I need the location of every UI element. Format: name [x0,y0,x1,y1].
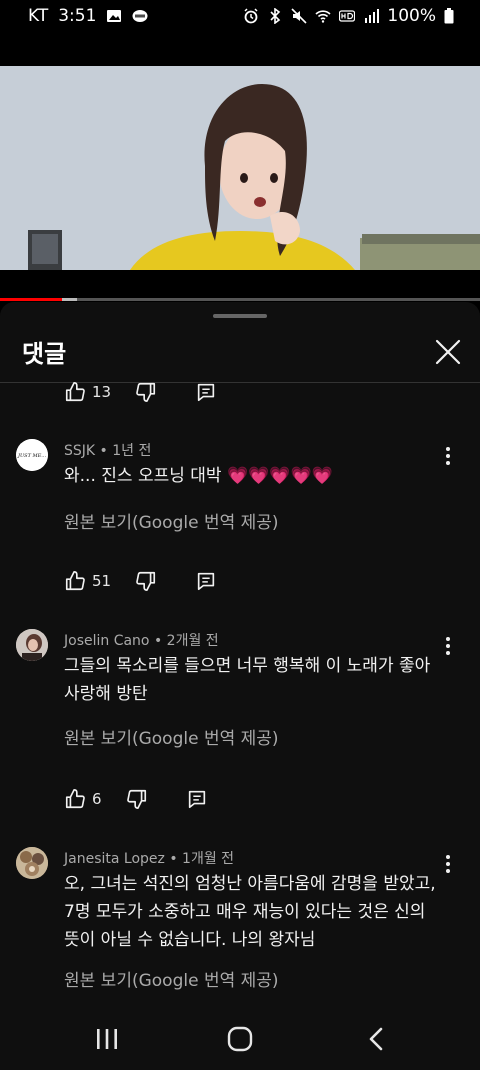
clock: 3:51 [58,6,97,26]
like-count: 13 [92,383,112,401]
see-original-link[interactable]: 원본 보기(Google 번역 제공) [64,724,279,749]
dislike-button[interactable] [126,788,148,810]
gallery-icon [107,10,122,22]
back-icon[interactable] [364,1026,390,1052]
reply-button[interactable] [186,788,208,810]
comment-time: 2개월 전 [166,633,219,649]
comment-actions: 6 [64,788,208,810]
played-progress [0,298,63,301]
comment-author[interactable]: SSJK [64,443,95,459]
video-frame-image [0,66,480,270]
comment-meta: SSJK • 1년 전 [64,443,152,459]
more-vert-icon[interactable] [440,636,456,656]
thumbs-up-icon [65,571,85,591]
avatar[interactable] [16,847,48,879]
battery-percent: 100% [387,6,436,26]
avatar-image: JUST ME... [16,439,48,471]
battery-icon [444,8,454,24]
like-button[interactable]: 13 [64,381,111,403]
comment-text-line: 오, 그녀는 석진의 엄청난 아름다움에 감명을 받았고, [64,874,436,894]
avatar-image [16,847,48,879]
buffered-progress [62,298,77,301]
reply-button[interactable] [195,381,217,403]
previous-comment-actions: 13 [64,381,217,403]
home-icon[interactable] [227,1026,253,1052]
dislike-button[interactable] [135,381,157,403]
svg-text:JUST ME...: JUST ME... [17,453,47,459]
comment-author[interactable]: Janesita Lopez [64,851,165,867]
system-navigation-bar [0,1008,480,1070]
comment-text: 와... 진스 오프닝 대박 💗💗💗💗💗 [64,466,333,486]
avatar[interactable] [16,629,48,661]
video-player[interactable] [0,66,480,270]
comment-actions: 51 [64,570,217,592]
comment-text-line: 그들의 목소리를 들으면 너무 행복해 이 노래가 좋아 [64,656,431,676]
thumbs-down-icon [136,382,156,402]
video-progress-bar[interactable] [0,298,480,301]
comments-sheet: 댓글 13 JUST ME... SSJK • 1년 전 와... 진스 오프닝… [0,302,480,1070]
thumbs-up-icon [65,789,85,809]
comments-title: 댓글 [22,340,67,368]
close-icon[interactable] [434,338,462,366]
comment-text-line: 사랑해 방탄 [64,684,148,704]
signal-icon [365,9,380,23]
carrier-label: KT [28,6,49,26]
dislike-button[interactable] [135,570,157,592]
talk-icon [132,10,148,22]
see-original-link[interactable]: 원본 보기(Google 번역 제공) [64,966,279,991]
reply-icon [188,790,205,809]
more-vert-icon[interactable] [440,446,456,466]
like-button[interactable]: 6 [64,788,102,810]
comment-meta: Janesita Lopez • 1개월 전 [64,851,235,867]
like-count: 6 [92,790,102,808]
hd-icon [339,10,356,22]
comment-text-line: 7명 모두가 소중하고 매우 재능이 있다는 것은 신의 [64,902,426,922]
recent-apps-icon[interactable] [94,1026,120,1052]
bluetooth-icon [270,8,281,24]
thumbs-down-icon [126,789,146,809]
wifi-icon [315,10,331,23]
comment-text: 그들의 목소리를 들으면 너무 행복해 이 노래가 좋아 사랑해 방탄 [64,652,444,708]
see-original-link[interactable]: 원본 보기(Google 번역 제공) [64,508,279,533]
more-vert-icon[interactable] [440,854,456,874]
reply-button[interactable] [195,570,217,592]
comment-text: 오, 그녀는 석진의 엄청난 아름다움에 감명을 받았고, 7명 모두가 소중하… [64,870,444,954]
status-bar: KT 3:51 100% [0,0,480,32]
comment-time: 1년 전 [112,443,152,459]
comment-author[interactable]: Joselin Cano [64,633,150,649]
thumbs-up-icon [65,382,85,402]
comment-meta: Joselin Cano • 2개월 전 [64,633,219,649]
mute-icon [291,8,307,24]
avatar-image [16,629,48,661]
alarm-icon [244,8,258,24]
comment-text-line: 뜻이 아닐 수 없습니다. 나의 왕자님 [64,930,316,950]
reply-icon [197,383,215,402]
thumbs-down-icon [136,571,156,591]
comment-time: 1개월 전 [182,851,235,867]
reply-icon [197,572,215,591]
avatar[interactable]: JUST ME... [16,439,48,471]
drag-handle[interactable] [213,314,267,318]
like-button[interactable]: 51 [64,570,111,592]
like-count: 51 [92,572,112,590]
